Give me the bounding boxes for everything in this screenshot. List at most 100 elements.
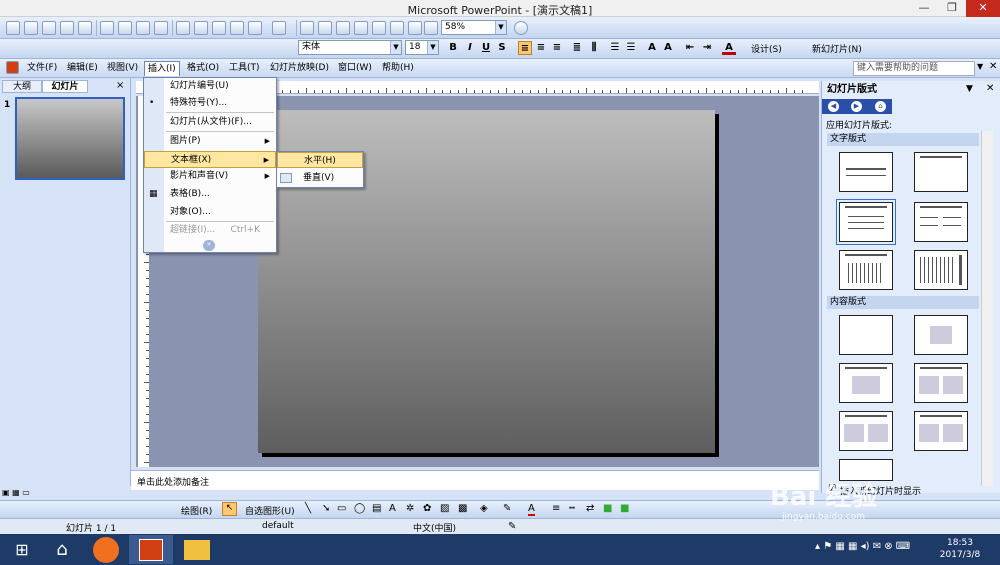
- chevron-down-icon[interactable]: ▼: [495, 21, 506, 34]
- home-icon[interactable]: ⌂: [875, 101, 886, 112]
- powerpoint-taskbar-icon[interactable]: [129, 535, 173, 564]
- ppt-doc-icon[interactable]: [6, 61, 19, 74]
- email-icon[interactable]: [78, 21, 92, 35]
- align-center-icon[interactable]: ≡: [534, 41, 548, 55]
- insert-menu-item[interactable]: 幻灯片编号(U): [144, 78, 276, 95]
- font-combo[interactable]: 宋体 ▼: [298, 40, 402, 55]
- redo-icon[interactable]: [272, 21, 286, 35]
- layout-two-column[interactable]: [914, 202, 968, 242]
- home-icon[interactable]: ⌂: [40, 535, 84, 564]
- grid-icon[interactable]: [408, 21, 422, 35]
- rectangle-icon[interactable]: ▭: [337, 503, 346, 514]
- insert-menu-item[interactable]: 表格(B)...: [144, 186, 276, 203]
- submenu-vertical[interactable]: 垂直(V): [277, 170, 363, 186]
- insert-menu-item[interactable]: 特殊符号(Y)...: [144, 95, 276, 112]
- arrow-icon[interactable]: ➘: [322, 503, 330, 514]
- font-color-icon[interactable]: A: [528, 503, 535, 516]
- layout-title-two-content[interactable]: [914, 363, 968, 403]
- draw-menu-button[interactable]: 绘图(R): [181, 504, 212, 517]
- menu-help[interactable]: 帮助(H): [379, 61, 417, 76]
- autoshapes-button[interactable]: 自选图形(U): [245, 504, 295, 517]
- restore-button[interactable]: ❐: [938, 0, 966, 17]
- insert-chart-icon[interactable]: [300, 21, 314, 35]
- menu-slideshow[interactable]: 幻灯片放映(D): [267, 61, 332, 76]
- chevron-down-icon[interactable]: ▼: [390, 41, 401, 54]
- layout-blank[interactable]: [839, 315, 893, 355]
- menu-file[interactable]: 文件(F): [24, 61, 60, 76]
- font-size-combo[interactable]: 18 ▼: [405, 40, 439, 55]
- shadow-button[interactable]: S: [495, 41, 509, 55]
- forward-icon[interactable]: ▶: [851, 101, 862, 112]
- view-buttons[interactable]: ▣ ▦ ▭: [2, 488, 42, 498]
- insert-menu-item[interactable]: 超链接(I)... Ctrl+K: [144, 222, 276, 239]
- oval-icon[interactable]: ◯: [354, 503, 365, 514]
- underline-button[interactable]: U: [479, 41, 493, 55]
- decrease-indent-icon[interactable]: ⇤: [683, 41, 697, 55]
- cut-icon[interactable]: [176, 21, 190, 35]
- increase-indent-icon[interactable]: ⇥: [700, 41, 714, 55]
- columns-icon[interactable]: ⫼: [587, 41, 601, 55]
- notes-pane[interactable]: 单击此处添加备注: [131, 470, 819, 490]
- increase-font-icon[interactable]: A: [645, 41, 659, 55]
- shadow-style-icon[interactable]: ■: [603, 503, 612, 514]
- line-color-icon[interactable]: ✎: [503, 503, 511, 514]
- decrease-font-icon[interactable]: A: [661, 41, 675, 55]
- task-pane-scrollbar[interactable]: [981, 131, 993, 486]
- undo-icon[interactable]: [248, 21, 262, 35]
- fill-color-icon[interactable]: ◈: [480, 503, 488, 514]
- layout-vertical-text[interactable]: [839, 250, 893, 290]
- tray-icons[interactable]: ▴ ⚑ ▦ ▦ ◂) ✉ ⊗ ⌨: [815, 541, 910, 552]
- insert-menu-item[interactable]: 影片和声音(V) ▶: [144, 168, 276, 185]
- 3d-style-icon[interactable]: ■: [620, 503, 629, 514]
- tables-borders-icon[interactable]: [336, 21, 350, 35]
- copy-icon[interactable]: [194, 21, 208, 35]
- insert-menu-item[interactable]: 图片(P) ▶: [144, 133, 276, 150]
- submenu-horizontal[interactable]: 水平(H): [277, 152, 363, 168]
- print-preview-icon[interactable]: [118, 21, 132, 35]
- menu-tools[interactable]: 工具(T): [226, 61, 263, 76]
- close-doc-icon[interactable]: ✕: [989, 61, 997, 72]
- layout-title-content-2[interactable]: [839, 411, 893, 451]
- new-slide-button[interactable]: 新幻灯片(N): [812, 42, 862, 55]
- research-icon[interactable]: [154, 21, 168, 35]
- close-button[interactable]: ✕: [966, 0, 1000, 17]
- expand-menu-icon[interactable]: »: [203, 240, 215, 251]
- layout-title-content[interactable]: [839, 363, 893, 403]
- dash-style-icon[interactable]: ┅: [569, 503, 575, 514]
- numbering-icon[interactable]: ☰: [608, 41, 622, 55]
- picture-icon[interactable]: ▨: [440, 503, 449, 514]
- textbox-icon[interactable]: ▤: [372, 503, 381, 514]
- arrow-style-icon[interactable]: ⇄: [586, 503, 594, 514]
- close-icon[interactable]: ×: [116, 80, 124, 91]
- permission-icon[interactable]: [60, 21, 74, 35]
- distribute-icon[interactable]: ≣: [570, 41, 584, 55]
- slide-thumbnail[interactable]: [15, 97, 125, 180]
- back-icon[interactable]: ◀: [828, 101, 839, 112]
- layout-title[interactable]: [839, 152, 893, 192]
- bold-button[interactable]: B: [446, 41, 460, 55]
- color-grayscale-icon[interactable]: [424, 21, 438, 35]
- print-icon[interactable]: [100, 21, 114, 35]
- file-explorer-icon[interactable]: [175, 535, 219, 564]
- app-orange-icon[interactable]: [84, 535, 128, 564]
- wordart-icon[interactable]: A: [389, 503, 396, 514]
- clock[interactable]: 18:53 2017/3/8: [930, 537, 990, 561]
- select-pointer-icon[interactable]: ↖: [222, 502, 237, 516]
- align-left-icon[interactable]: ≡: [518, 41, 532, 55]
- diagram-icon[interactable]: ✲: [406, 503, 414, 514]
- image-icon[interactable]: ▩: [458, 503, 467, 514]
- tab-slides[interactable]: 幻灯片: [42, 80, 88, 93]
- spelling-icon[interactable]: [136, 21, 150, 35]
- insert-menu-item[interactable]: 对象(O)...: [144, 204, 276, 221]
- chevron-down-icon[interactable]: ▼: [977, 62, 983, 71]
- clipart-icon[interactable]: ✿: [423, 503, 431, 514]
- design-button[interactable]: 设计(S): [751, 42, 782, 55]
- chevron-down-icon[interactable]: ▼: [427, 41, 438, 54]
- line-style-icon[interactable]: ≡: [552, 503, 560, 514]
- insert-menu-item[interactable]: 文本框(X) ▶: [144, 151, 276, 168]
- layout-content[interactable]: [914, 315, 968, 355]
- bullets-icon[interactable]: ☰: [624, 41, 638, 55]
- tab-outline[interactable]: 大纲: [2, 80, 42, 93]
- menu-view[interactable]: 视图(V): [104, 61, 141, 76]
- help-icon[interactable]: [514, 21, 528, 35]
